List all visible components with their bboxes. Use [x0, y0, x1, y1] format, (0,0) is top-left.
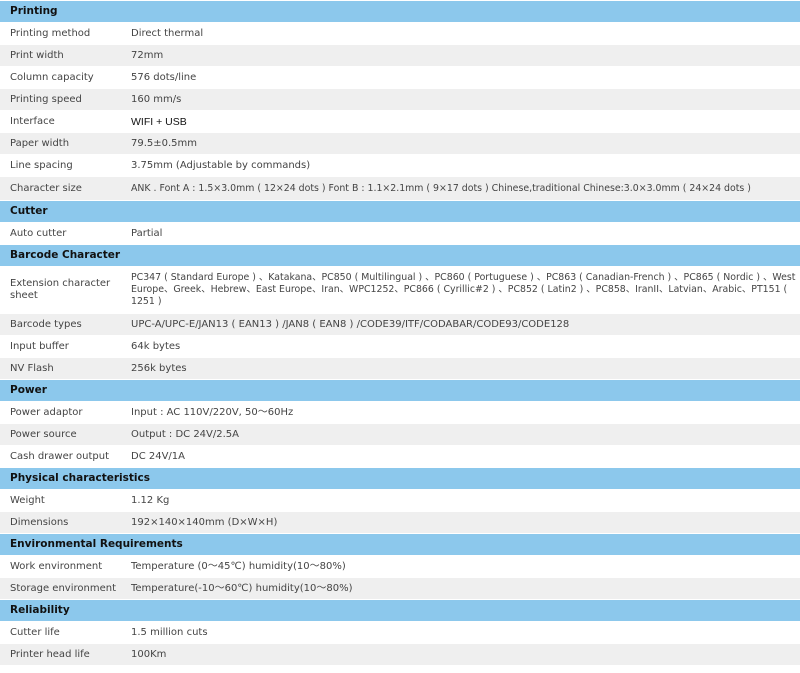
section-header-barcode-character: Barcode Character — [0, 245, 800, 266]
row-label: Printer head life — [10, 648, 90, 660]
row-value: ANK . Font A : 1.5×3.0mm ( 12×24 dots ) … — [131, 182, 751, 194]
section-header-power: Power — [0, 380, 800, 401]
spec-table: Printing Printing method Direct thermal P… — [0, 0, 800, 665]
row-value: 1.12 Kg — [131, 494, 170, 506]
row-value: 1.5 million cuts — [131, 626, 208, 638]
row-label: Power source — [10, 428, 77, 440]
row-value: 64k bytes — [131, 340, 181, 352]
table-row: Power adaptor Input : AC 110V/220V, 50～60… — [0, 402, 800, 423]
row-value: Temperature(-10～60℃) humidity(10～80%) — [131, 582, 353, 594]
table-row: Barcode types UPC-A/UPC-E/JAN13 ( EAN13 )… — [0, 314, 800, 335]
table-row: Interface WIFI + USB — [0, 111, 800, 132]
row-value: 79.5±0.5mm — [131, 137, 198, 149]
row-label: Cutter life — [10, 626, 60, 638]
table-row: Printer head life 100Km — [0, 644, 800, 665]
row-label: Line spacing — [10, 159, 73, 171]
row-value: DC 24V/1A — [131, 450, 185, 462]
row-label: Extension character sheet — [10, 278, 111, 301]
section-header-physical-characteristics: Physical characteristics — [0, 468, 800, 489]
row-value: WIFI + USB — [131, 115, 187, 128]
table-row: Paper width 79.5±0.5mm — [0, 133, 800, 154]
table-row: Print width 72mm — [0, 45, 800, 66]
row-label: Cash drawer output — [10, 450, 110, 462]
row-value: 576 dots/line — [131, 71, 197, 83]
row-label: Paper width — [10, 137, 70, 149]
section-header-environmental-requirements: Environmental Requirements — [0, 534, 800, 555]
row-label: Auto cutter — [10, 227, 67, 239]
row-label: Print width — [10, 49, 64, 61]
row-value: Direct thermal — [131, 27, 204, 39]
row-label: Interface — [10, 115, 55, 127]
table-row: Line spacing 3.75mm (Adjustable by comman… — [0, 155, 800, 176]
row-value: Temperature (0～45℃) humidity(10～80%) — [131, 560, 346, 572]
table-row: Character size ANK . Font A : 1.5×3.0mm (… — [0, 177, 800, 200]
row-label: Printing speed — [10, 93, 82, 105]
section-header-reliability: Reliability — [0, 600, 800, 621]
table-row: Weight 1.12 Kg — [0, 490, 800, 511]
table-row: Dimensions 192×140×140mm (D×W×H) — [0, 512, 800, 533]
table-row: Extension character sheet PC347 ( Standar… — [0, 267, 800, 313]
section-header-printing: Printing — [0, 1, 800, 22]
table-row: Power source Output : DC 24V/2.5A — [0, 424, 800, 445]
table-row: Storage environment Temperature(-10～60℃) … — [0, 578, 800, 599]
row-label: Barcode types — [10, 318, 82, 330]
section-header-cutter: Cutter — [0, 201, 800, 222]
table-row: Work environment Temperature (0～45℃) humi… — [0, 556, 800, 577]
row-label: Character size — [10, 182, 82, 194]
row-label: NV Flash — [10, 362, 54, 374]
row-value: UPC-A/UPC-E/JAN13 ( EAN13 ) /JAN8 ( EAN8… — [131, 318, 570, 330]
row-label: Power adaptor — [10, 406, 83, 418]
row-value: 160 mm/s — [131, 93, 182, 105]
row-value: 72mm — [131, 49, 164, 61]
row-value: Partial — [131, 227, 163, 239]
table-row: Printing speed 160 mm/s — [0, 89, 800, 110]
row-label: Column capacity — [10, 71, 94, 83]
row-label: Work environment — [10, 560, 103, 572]
table-row: Printing method Direct thermal — [0, 23, 800, 44]
row-value: 100Km — [131, 648, 167, 660]
table-row: Cutter life 1.5 million cuts — [0, 622, 800, 643]
row-label: Input buffer — [10, 340, 69, 352]
table-row: Auto cutter Partial — [0, 223, 800, 244]
row-label: Storage environment — [10, 582, 116, 594]
table-row: Input buffer 64k bytes — [0, 336, 800, 357]
row-value: Output : DC 24V/2.5A — [131, 428, 240, 440]
row-value: 192×140×140mm (D×W×H) — [131, 516, 278, 528]
row-label: Printing method — [10, 27, 91, 39]
row-value: 3.75mm (Adjustable by commands) — [131, 159, 311, 171]
row-label: Weight — [10, 494, 45, 506]
table-row: Cash drawer output DC 24V/1A — [0, 446, 800, 467]
row-label: Dimensions — [10, 516, 69, 528]
table-row: NV Flash 256k bytes — [0, 358, 800, 379]
row-value: PC347 ( Standard Europe ) 、Katakana、PC85… — [131, 272, 796, 307]
row-value: Input : AC 110V/220V, 50～60Hz — [131, 406, 294, 418]
table-row: Column capacity 576 dots/line — [0, 67, 800, 88]
row-value: 256k bytes — [131, 362, 187, 374]
